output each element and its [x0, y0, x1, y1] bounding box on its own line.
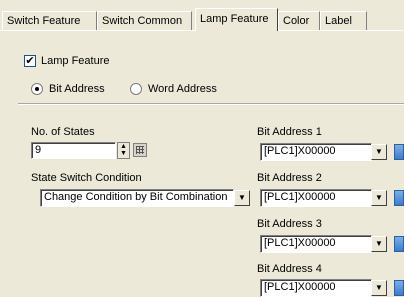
bit-address-4-input[interactable]: [PLC1]X00000	[260, 279, 372, 297]
condition-select[interactable]: Change Condition by Bit Combination	[40, 189, 234, 207]
spin-down-icon[interactable]: ▼	[118, 150, 129, 157]
spin-up-icon[interactable]: ▲	[118, 143, 129, 150]
lamp-feature-checkbox[interactable]: ✔	[24, 55, 36, 67]
keypad-button[interactable]	[133, 143, 147, 157]
bit-address-2-dropdown[interactable]: ▼	[371, 190, 387, 206]
chevron-down-icon: ▼	[375, 239, 383, 248]
states-spinner[interactable]: ▲ ▼	[117, 142, 130, 159]
bit-address-4-label: Bit Address 4	[257, 263, 322, 275]
word-address-radio[interactable]	[130, 83, 142, 95]
bit-address-1-dropdown[interactable]: ▼	[371, 144, 387, 160]
word-address-radio-label: Word Address	[148, 83, 217, 95]
chevron-down-icon: ▼	[375, 193, 383, 202]
tab-lamp-feature[interactable]: Lamp Feature	[195, 8, 278, 31]
lamp-feature-panel	[0, 31, 404, 297]
keypad-icon	[136, 146, 144, 154]
address-input-icon[interactable]	[394, 144, 404, 160]
bit-address-3-dropdown[interactable]: ▼	[371, 236, 387, 252]
bit-address-2-input[interactable]: [PLC1]X00000	[260, 189, 372, 207]
states-input[interactable]: 9	[31, 142, 116, 159]
bit-address-3-label: Bit Address 3	[257, 218, 322, 230]
condition-dropdown-button[interactable]: ▼	[234, 190, 250, 206]
address-input-icon[interactable]	[394, 280, 404, 296]
bit-address-radio[interactable]	[31, 83, 43, 95]
tab-label[interactable]: Label	[320, 11, 367, 30]
bit-address-radio-label: Bit Address	[49, 83, 105, 95]
chevron-down-icon: ▼	[375, 283, 383, 292]
bit-address-1-label: Bit Address 1	[257, 126, 322, 138]
states-label: No. of States	[31, 126, 95, 138]
tab-switch-common[interactable]: Switch Common	[97, 11, 192, 30]
section-separator	[18, 103, 404, 105]
address-input-icon[interactable]	[394, 236, 404, 252]
bit-address-3-input[interactable]: [PLC1]X00000	[260, 235, 372, 253]
bit-address-4-dropdown[interactable]: ▼	[371, 280, 387, 296]
tab-strip: Switch Feature Switch Common Lamp Featur…	[0, 0, 404, 31]
bit-address-2-label: Bit Address 2	[257, 172, 322, 184]
bit-address-1-input[interactable]: [PLC1]X00000	[260, 143, 372, 161]
radio-selected-dot	[35, 87, 39, 91]
address-input-icon[interactable]	[394, 190, 404, 206]
condition-label: State Switch Condition	[31, 172, 142, 184]
lamp-feature-label: Lamp Feature	[41, 55, 110, 67]
chevron-down-icon: ▼	[238, 193, 246, 202]
chevron-down-icon: ▼	[375, 147, 383, 156]
tab-switch-feature[interactable]: Switch Feature	[2, 11, 97, 30]
tab-color[interactable]: Color	[278, 11, 320, 30]
check-mark-icon: ✔	[25, 55, 35, 67]
